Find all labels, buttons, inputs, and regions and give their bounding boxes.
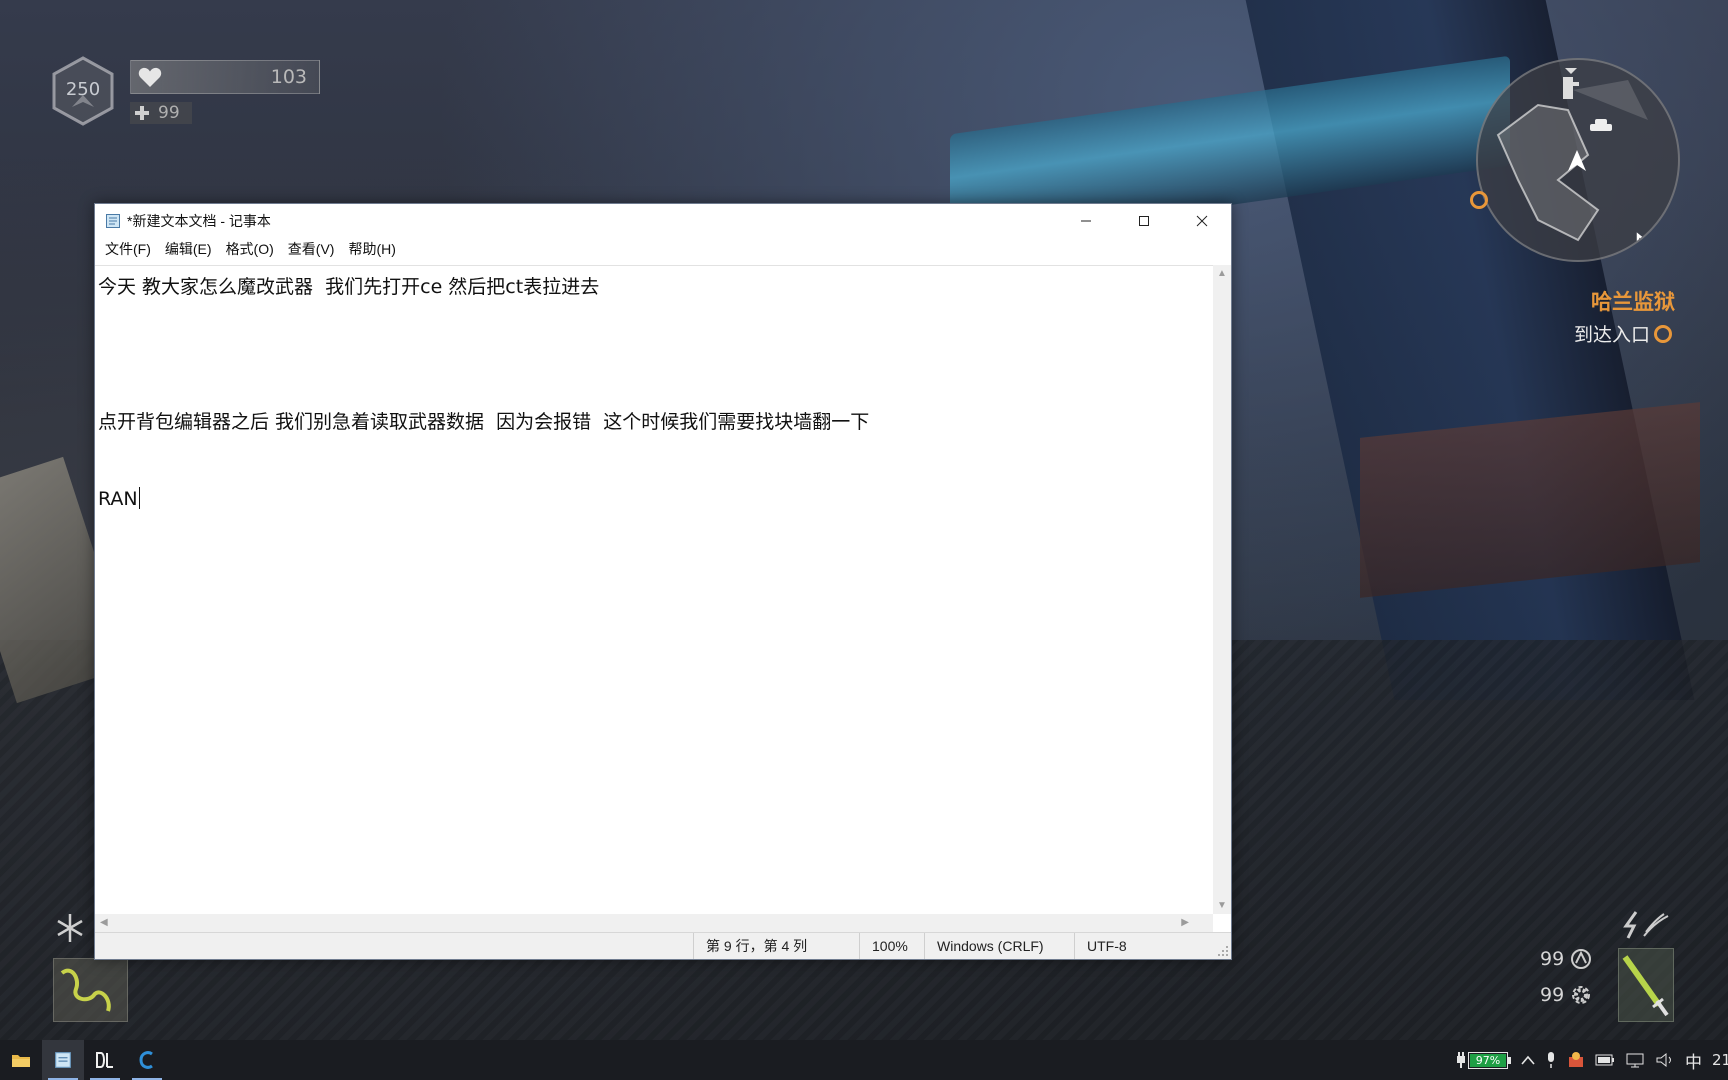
cheat-engine-icon xyxy=(139,1051,153,1069)
player-arrow-icon xyxy=(1568,150,1586,171)
hud-level-badge: 250 xyxy=(50,55,116,127)
taskbar-file-explorer[interactable] xyxy=(0,1040,42,1080)
throwable-icon xyxy=(1571,949,1592,969)
objective-ring-icon xyxy=(1654,324,1672,343)
map-objective: 到达入口 xyxy=(1574,320,1672,347)
exit-door-icon xyxy=(1563,68,1579,99)
status-bar: 第 9 行，第 4 列 100% Windows (CRLF) UTF-8 xyxy=(95,932,1231,959)
hud-medkit: 99 xyxy=(130,102,192,124)
battery-tray-icon[interactable] xyxy=(1595,1053,1615,1067)
hud-health-value: 103 xyxy=(270,66,307,88)
status-line-ending: Windows (CRLF) xyxy=(924,933,1074,959)
menu-help[interactable]: 帮助(H) xyxy=(341,239,402,259)
stamina-icon xyxy=(1623,911,1669,939)
taskbar-cheat-engine[interactable] xyxy=(126,1040,168,1080)
battery-indicator[interactable]: 97% xyxy=(1454,1051,1511,1069)
maximize-icon xyxy=(1139,215,1149,226)
window-controls xyxy=(1057,204,1231,237)
battery-percent: 97% xyxy=(1475,1053,1501,1067)
hud-medkit-value: 99 xyxy=(158,103,180,123)
folder-icon xyxy=(12,1055,30,1067)
map-location-title: 哈兰监狱 xyxy=(1591,290,1675,314)
taskbar: 97% 中 21 xyxy=(0,1040,1728,1080)
scroll-down-icon[interactable]: ▼ xyxy=(1217,900,1227,911)
menu-bar: 文件(F) 编辑(E) 格式(O) 查看(V) 帮助(H) xyxy=(95,237,1231,261)
app-tray-icon[interactable] xyxy=(1567,1051,1585,1069)
status-encoding: UTF-8 xyxy=(1074,933,1212,959)
battery-tip xyxy=(1508,1056,1511,1064)
taskbar-clock[interactable]: 21 xyxy=(1712,1051,1728,1069)
snowflake-icon xyxy=(57,914,83,942)
taskbar-game[interactable] xyxy=(84,1040,126,1080)
system-tray: 97% 中 21 xyxy=(1454,1040,1728,1080)
taskbar-notepad[interactable] xyxy=(42,1040,84,1080)
hud-ammo-1-value: 99 xyxy=(1540,948,1565,970)
map-objective-text: 到达入口 xyxy=(1573,324,1650,346)
menu-file[interactable]: 文件(F) xyxy=(98,239,158,259)
minimap xyxy=(1476,58,1680,262)
battery-box: 97% xyxy=(1468,1051,1508,1069)
status-cursor-position-text: 第 9 行，第 4 列 xyxy=(706,938,808,954)
scroll-right-icon[interactable]: ▶ xyxy=(1181,917,1189,928)
horizontal-scrollbar[interactable]: ◀ ▶ xyxy=(95,914,1213,932)
close-icon xyxy=(1196,215,1208,226)
hud-ammo-row: 99 xyxy=(1540,948,1592,970)
chevron-up-icon[interactable] xyxy=(1521,1055,1535,1065)
game-logo-icon xyxy=(96,1052,113,1068)
hud-weapon-slot xyxy=(1618,948,1674,1022)
hud-health-bar: 103 xyxy=(130,60,320,94)
rope-item-icon xyxy=(60,968,111,1012)
maximize-button[interactable] xyxy=(1115,204,1173,237)
input-method-indicator[interactable]: 中 xyxy=(1685,1048,1702,1073)
network-icon[interactable] xyxy=(1625,1052,1645,1068)
north-indicator-icon xyxy=(1636,232,1650,246)
hud-ammo-row: 99 xyxy=(1540,984,1592,1006)
status-zoom-text: 100% xyxy=(872,938,908,954)
minimize-button[interactable] xyxy=(1057,204,1115,237)
hud-level-value: 250 xyxy=(65,78,101,100)
machete-icon xyxy=(1622,955,1669,1017)
scroll-left-icon[interactable]: ◀ xyxy=(100,917,108,928)
microphone-icon[interactable] xyxy=(1545,1051,1557,1069)
menu-edit[interactable]: 编辑(E) xyxy=(158,239,219,259)
vertical-scrollbar[interactable]: ▲ ▼ xyxy=(1213,265,1231,914)
objective-marker-icon xyxy=(1470,191,1488,209)
scroll-up-icon[interactable]: ▲ xyxy=(1217,268,1227,279)
status-line-ending-text: Windows (CRLF) xyxy=(937,938,1044,954)
menu-view[interactable]: 查看(V) xyxy=(281,239,342,259)
resize-grip-icon[interactable] xyxy=(1217,945,1229,957)
notepad-icon xyxy=(106,213,120,228)
vehicle-icon xyxy=(1590,119,1612,131)
status-cursor-position: 第 9 行，第 4 列 xyxy=(693,933,859,959)
editor-line-1: 今天 教大家怎么魔改武器 我们先打开ce 然后把ct表拉进去 xyxy=(98,276,600,298)
editor-line-3-text: RAN xyxy=(98,488,138,510)
window-title: *新建文本文档 - 记事本 xyxy=(127,212,271,229)
menu-format[interactable]: 格式(O) xyxy=(219,239,281,259)
text-editor-area[interactable]: 今天 教大家怎么魔改武器 我们先打开ce 然后把ct表拉进去 点开背包编辑器之后… xyxy=(95,265,1213,914)
status-zoom: 100% xyxy=(859,933,924,959)
heart-icon xyxy=(138,67,162,87)
notepad-icon xyxy=(55,1052,71,1068)
status-encoding-text: UTF-8 xyxy=(1087,938,1127,954)
hud-ammo-2-value: 99 xyxy=(1540,984,1565,1006)
plus-icon xyxy=(135,106,149,120)
notepad-window[interactable]: *新建文本文档 - 记事本 文件(F) 编辑(E) 格式(O) 查看(V) 帮助… xyxy=(94,203,1232,960)
hud-item-slot xyxy=(53,958,128,1022)
gear-icon xyxy=(1572,986,1591,1004)
text-caret xyxy=(138,487,140,509)
editor-line-3: RAN xyxy=(98,487,140,510)
power-plug-icon xyxy=(1457,1052,1465,1068)
minimize-icon xyxy=(1081,220,1091,221)
hud-ammo: 99 99 xyxy=(1540,948,1592,1006)
close-button[interactable] xyxy=(1173,204,1231,237)
volume-icon[interactable] xyxy=(1655,1052,1675,1068)
editor-line-2: 点开背包编辑器之后 我们别急着读取武器数据 因为会报错 这个时候我们需要找块墙翻… xyxy=(98,411,870,433)
title-bar[interactable]: *新建文本文档 - 记事本 xyxy=(95,204,1231,237)
